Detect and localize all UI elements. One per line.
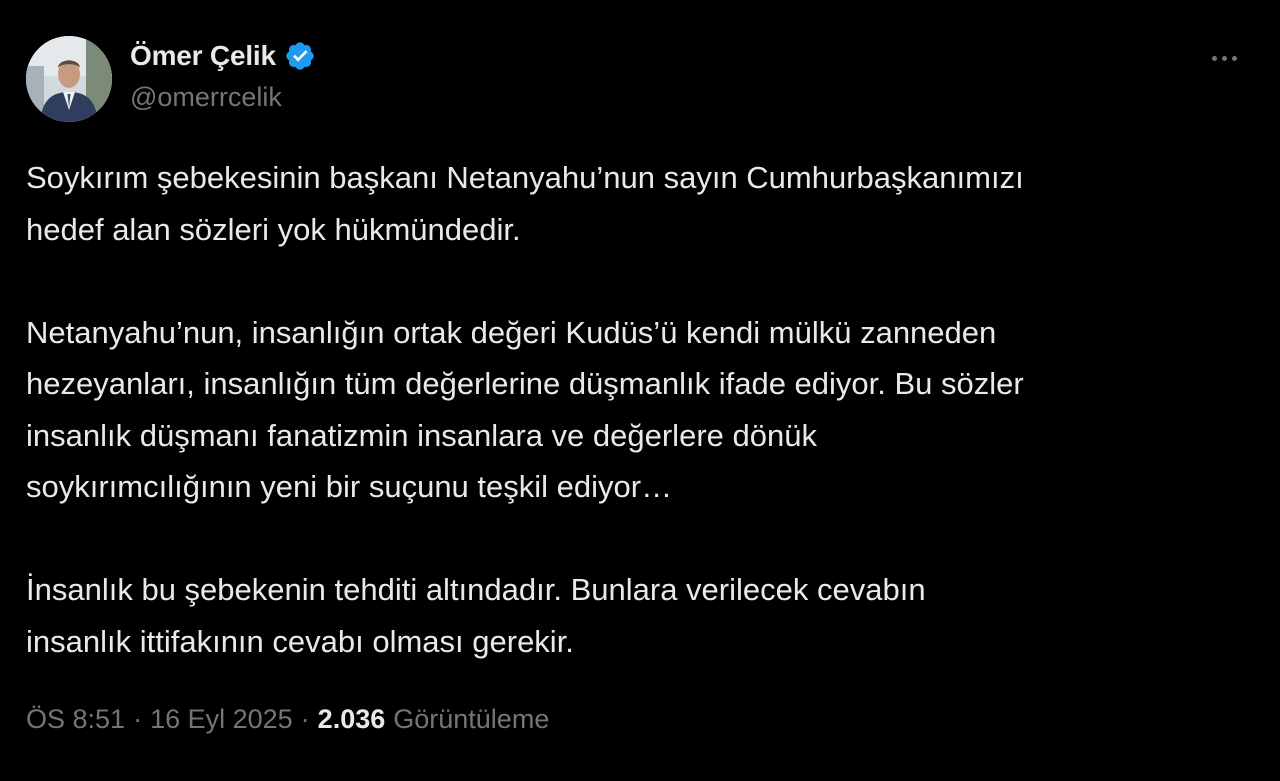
tweet-paragraph: İnsanlık bu şebekenin tehditi altındadır…: [26, 572, 926, 659]
author-handle[interactable]: @omerrcelik: [130, 82, 282, 113]
views-label[interactable]: Görüntüleme: [393, 704, 549, 735]
meta-separator: ·: [300, 704, 310, 734]
tweet-text: Soykırım şebekesinin başkanı Netanyahu’n…: [26, 152, 1256, 667]
author-name-row[interactable]: Ömer Çelik: [130, 38, 316, 74]
more-dot: [1221, 55, 1227, 61]
avatar[interactable]: [26, 36, 112, 122]
tweet-meta: ÖS 8:51 · 16 Eyl 2025 · 2.036 Görüntülem…: [26, 704, 549, 735]
more-horizontal-icon[interactable]: [1204, 44, 1244, 72]
tweet-card: Ömer Çelik @omerrcelik Soykırım şebekesi…: [0, 0, 1280, 781]
tweet-date[interactable]: 16 Eyl 2025: [150, 704, 293, 735]
views-count[interactable]: 2.036: [318, 704, 386, 735]
tweet-paragraph: Netanyahu’nun, insanlığın ortak değeri K…: [26, 314, 1024, 505]
more-dot: [1211, 55, 1217, 61]
meta-separator: ·: [133, 704, 143, 734]
more-dot: [1231, 55, 1237, 61]
tweet-time[interactable]: ÖS 8:51: [26, 704, 125, 735]
author-display-name[interactable]: Ömer Çelik: [130, 40, 276, 72]
verified-badge-icon: [284, 40, 316, 72]
avatar-image: [26, 36, 112, 122]
tweet-paragraph: Soykırım şebekesinin başkanı Netanyahu’n…: [26, 160, 1024, 247]
